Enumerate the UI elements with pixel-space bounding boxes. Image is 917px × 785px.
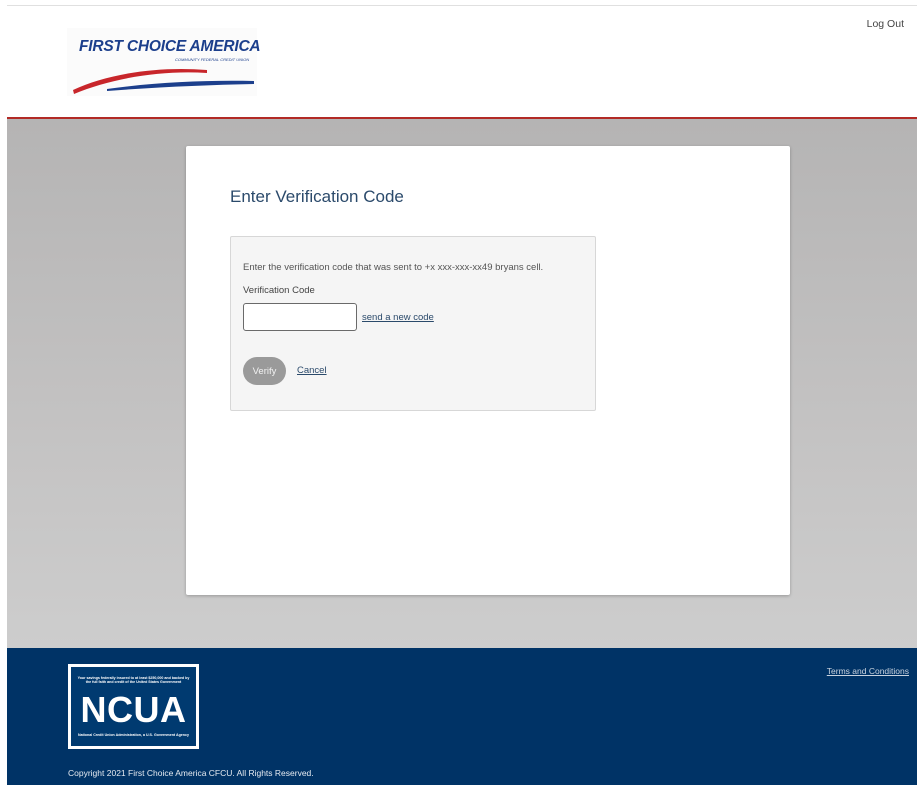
brand-name: FIRST CHOICE AMERICA — [79, 38, 261, 55]
verification-card: Enter Verification Code Enter the verifi… — [186, 146, 790, 595]
ncua-badge: Your savings federally insured to at lea… — [68, 664, 199, 749]
verification-message: Enter the verification code that was sen… — [243, 262, 544, 273]
verification-code-label: Verification Code — [243, 285, 315, 296]
ncua-badge-inner: Your savings federally insured to at lea… — [71, 667, 196, 746]
logout-link[interactable]: Log Out — [867, 18, 904, 30]
swoosh-icon — [73, 68, 254, 94]
ncua-agency-text: National Credit Union Administration, a … — [78, 733, 189, 737]
verification-code-input[interactable] — [243, 303, 357, 331]
copyright-text: Copyright 2021 First Choice America CFCU… — [68, 768, 314, 778]
send-new-code-link[interactable]: send a new code — [362, 312, 434, 323]
brand-logo[interactable]: FIRST CHOICE AMERICA COMMUNITY FEDERAL C… — [67, 28, 261, 96]
ncua-wordmark: NCUA — [80, 689, 187, 730]
terms-link[interactable]: Terms and Conditions — [827, 666, 909, 676]
site-footer: Your savings federally insured to at lea… — [7, 648, 917, 785]
ncua-insured-text: Your savings federally insured to at lea… — [77, 676, 190, 685]
verify-button[interactable]: Verify — [243, 357, 286, 385]
site-header: FIRST CHOICE AMERICA COMMUNITY FEDERAL C… — [7, 5, 917, 117]
page-frame: FIRST CHOICE AMERICA COMMUNITY FEDERAL C… — [7, 5, 917, 785]
main-content: Enter Verification Code Enter the verifi… — [7, 119, 917, 648]
page-title: Enter Verification Code — [230, 187, 404, 206]
verification-panel: Enter the verification code that was sen… — [230, 236, 596, 411]
cancel-link[interactable]: Cancel — [297, 365, 327, 376]
